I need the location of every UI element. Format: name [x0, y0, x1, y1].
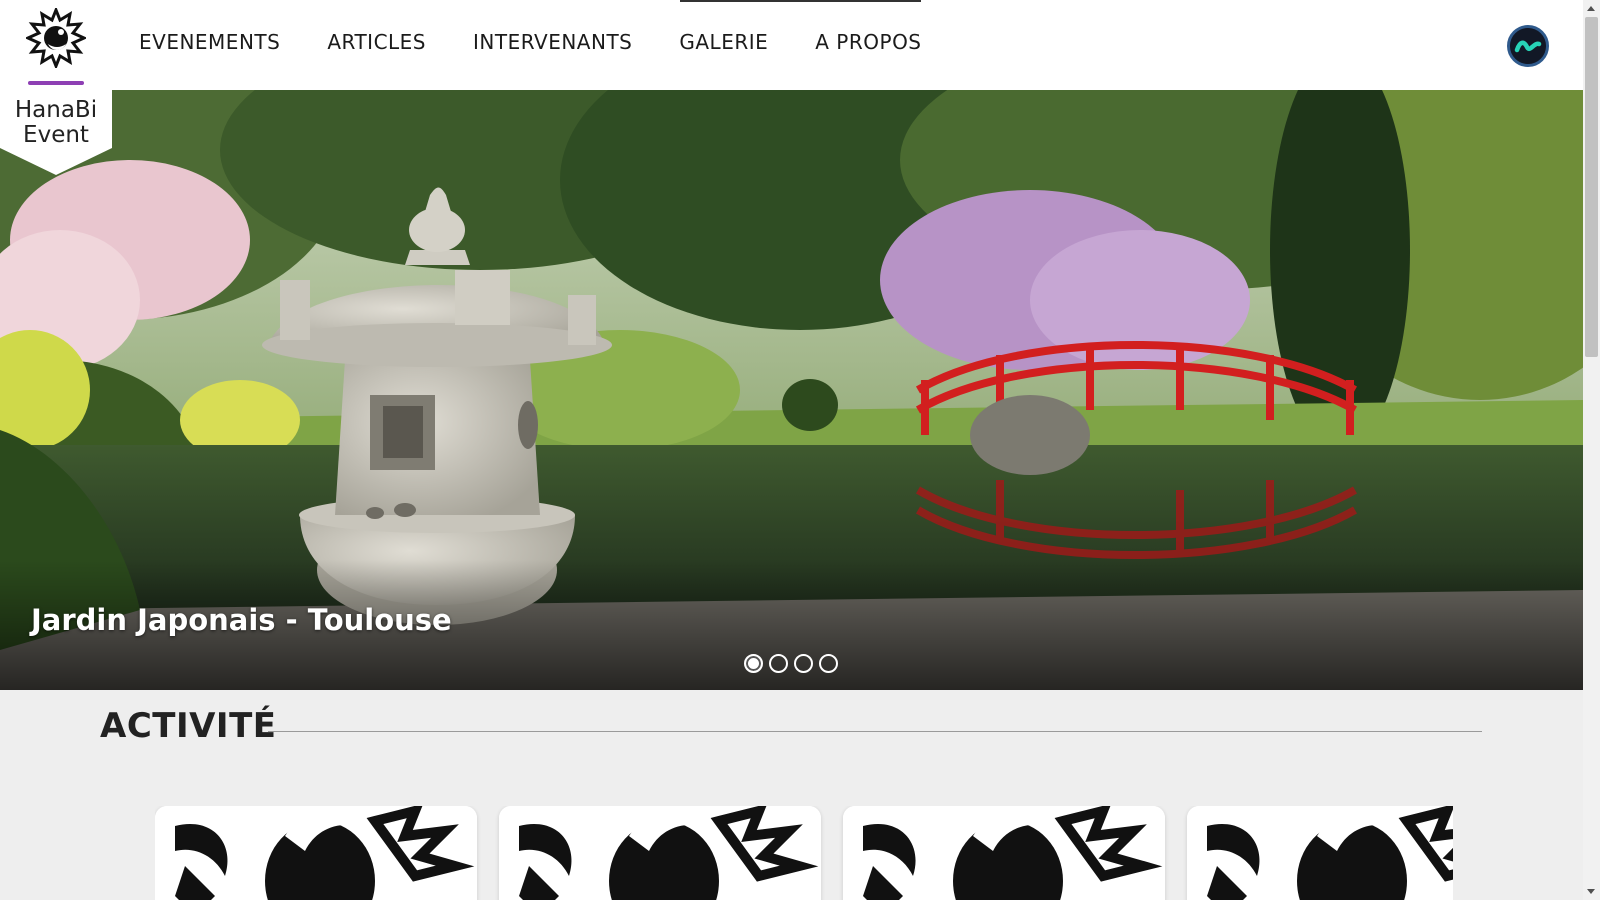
slider-dot-1[interactable] [744, 654, 763, 673]
slider-dots [744, 654, 838, 673]
activity-cards [155, 806, 1453, 900]
slider-dot-2[interactable] [769, 654, 788, 673]
nav-articles[interactable]: ARTICLES [327, 30, 426, 54]
brand-line-2: Event [23, 122, 89, 148]
hero-slider[interactable]: Jardin Japonais - Toulouse [0, 90, 1583, 690]
phoenix-flower-logo-icon [155, 806, 477, 900]
brand-name: HanaBi Event [0, 98, 112, 148]
page-scrollbar[interactable] [1583, 0, 1600, 900]
activity-card[interactable] [499, 806, 821, 900]
scroll-down-icon[interactable] [1587, 889, 1595, 894]
phoenix-flower-logo-icon [843, 806, 1165, 900]
section-title-activite: ACTIVITÉ [100, 706, 277, 746]
slider-dot-3[interactable] [794, 654, 813, 673]
scroll-up-icon[interactable] [1587, 6, 1595, 11]
nav-galerie[interactable]: GALERIE [679, 30, 768, 54]
nav-intervenants[interactable]: INTERVENANTS [473, 30, 632, 54]
phoenix-flower-logo-icon [1187, 806, 1453, 900]
scrollbar-thumb[interactable] [1585, 17, 1598, 357]
site-logo[interactable]: HanaBi Event [0, 0, 112, 175]
brand-line-1: HanaBi [14, 97, 98, 123]
logo-accent-bar [28, 81, 84, 85]
main-nav: EVENEMENTS ARTICLES INTERVENANTS GALERIE… [139, 30, 922, 54]
activity-card[interactable] [1187, 806, 1453, 900]
activity-card[interactable] [155, 806, 477, 900]
account-avatar-icon[interactable] [1507, 25, 1549, 67]
slider-dot-4[interactable] [819, 654, 838, 673]
nav-active-indicator [680, 0, 921, 2]
top-header: EVENEMENTS ARTICLES INTERVENANTS GALERIE… [0, 0, 1583, 90]
phoenix-flower-logo-icon [499, 806, 821, 900]
phoenix-flower-logo-icon [26, 8, 86, 68]
nav-a-propos[interactable]: A PROPOS [815, 30, 921, 54]
nav-evenements[interactable]: EVENEMENTS [139, 30, 280, 54]
hero-caption: Jardin Japonais - Toulouse [31, 603, 452, 637]
activity-card[interactable] [843, 806, 1165, 900]
section-divider [268, 731, 1482, 732]
